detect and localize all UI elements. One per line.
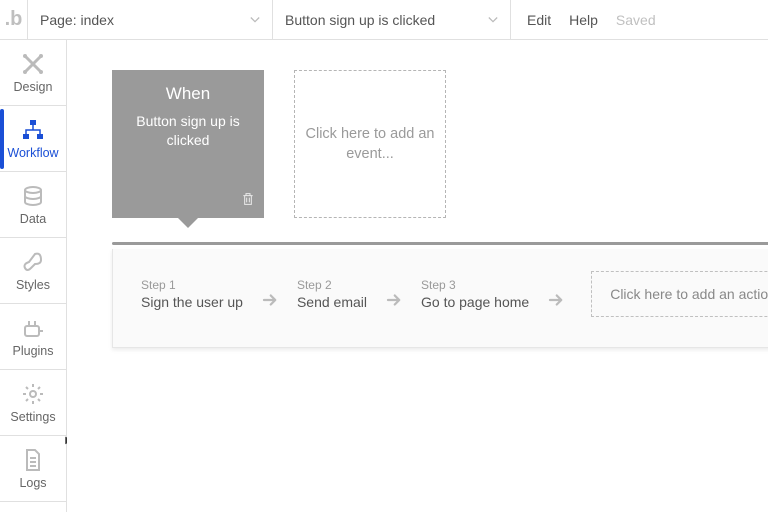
top-links: Edit Help Saved [511, 12, 672, 28]
step-name: Go to page home [421, 294, 529, 310]
delete-event-button[interactable] [240, 191, 256, 212]
event-condition: Button sign up is clicked [112, 112, 264, 150]
step-name: Sign the user up [141, 294, 243, 310]
page-dropdown-label: Page: index [40, 12, 114, 28]
sidebar-item-label: Styles [16, 278, 50, 292]
arrow-right-icon [261, 291, 279, 314]
step-number: Step 2 [297, 278, 367, 292]
plugin-icon [21, 316, 45, 340]
sidebar-item-label: Data [20, 212, 46, 226]
gear-icon [21, 382, 45, 406]
event-card[interactable]: When Button sign up is clicked [112, 70, 264, 218]
step-2[interactable]: Step 2 Send email [297, 278, 367, 310]
app-logo: .b [0, 0, 28, 40]
sidebar: Design Workflow Data Styles Plugins [0, 40, 67, 512]
sidebar-item-settings[interactable]: Settings [0, 370, 66, 436]
event-dropdown[interactable]: Button sign up is clicked [273, 0, 511, 40]
saved-status: Saved [616, 12, 656, 28]
active-indicator [0, 109, 4, 169]
arrow-right-icon [385, 291, 403, 314]
step-1[interactable]: Step 1 Sign the user up [141, 278, 243, 310]
sidebar-item-label: Workflow [7, 146, 58, 160]
event-dropdown-label: Button sign up is clicked [285, 12, 435, 28]
sidebar-item-label: Settings [10, 410, 55, 424]
page-dropdown[interactable]: Page: index [28, 0, 273, 40]
sidebar-item-logs[interactable]: Logs [0, 436, 66, 502]
workflow-canvas: When Button sign up is clicked Click her… [67, 40, 768, 512]
event-when-label: When [166, 84, 210, 104]
chevron-down-icon [250, 12, 260, 28]
sidebar-item-design[interactable]: Design [0, 40, 66, 106]
step-number: Step 3 [421, 278, 529, 292]
steps-panel: Step 1 Sign the user up Step 2 Send emai… [112, 249, 768, 348]
edit-link[interactable]: Edit [527, 12, 551, 28]
top-bar: .b Page: index Button sign up is clicked… [0, 0, 768, 40]
document-icon [21, 448, 45, 472]
add-action-button[interactable]: Click here to add an action... [591, 271, 768, 317]
sidebar-item-label: Plugins [13, 344, 54, 358]
chevron-down-icon [488, 12, 498, 28]
steps-divider [112, 242, 768, 245]
step-name: Send email [297, 294, 367, 310]
step-number: Step 1 [141, 278, 243, 292]
add-action-label: Click here to add an action... [610, 286, 768, 302]
sidebar-item-data[interactable]: Data [0, 172, 66, 238]
sidebar-item-label: Design [14, 80, 53, 94]
help-link[interactable]: Help [569, 12, 598, 28]
sidebar-item-label: Logs [19, 476, 46, 490]
events-row: When Button sign up is clicked Click her… [112, 70, 768, 218]
workflow-icon [21, 118, 45, 142]
arrow-right-icon [547, 291, 565, 314]
sidebar-item-workflow[interactable]: Workflow [0, 106, 66, 172]
steps-row: Step 1 Sign the user up Step 2 Send emai… [141, 271, 768, 317]
trash-icon [240, 191, 256, 207]
sidebar-item-plugins[interactable]: Plugins [0, 304, 66, 370]
add-event-button[interactable]: Click here to add an event... [294, 70, 446, 218]
step-3[interactable]: Step 3 Go to page home [421, 278, 529, 310]
brush-icon [21, 250, 45, 274]
design-icon [21, 52, 45, 76]
sidebar-item-styles[interactable]: Styles [0, 238, 66, 304]
add-event-label: Click here to add an event... [295, 124, 445, 165]
database-icon [21, 184, 45, 208]
